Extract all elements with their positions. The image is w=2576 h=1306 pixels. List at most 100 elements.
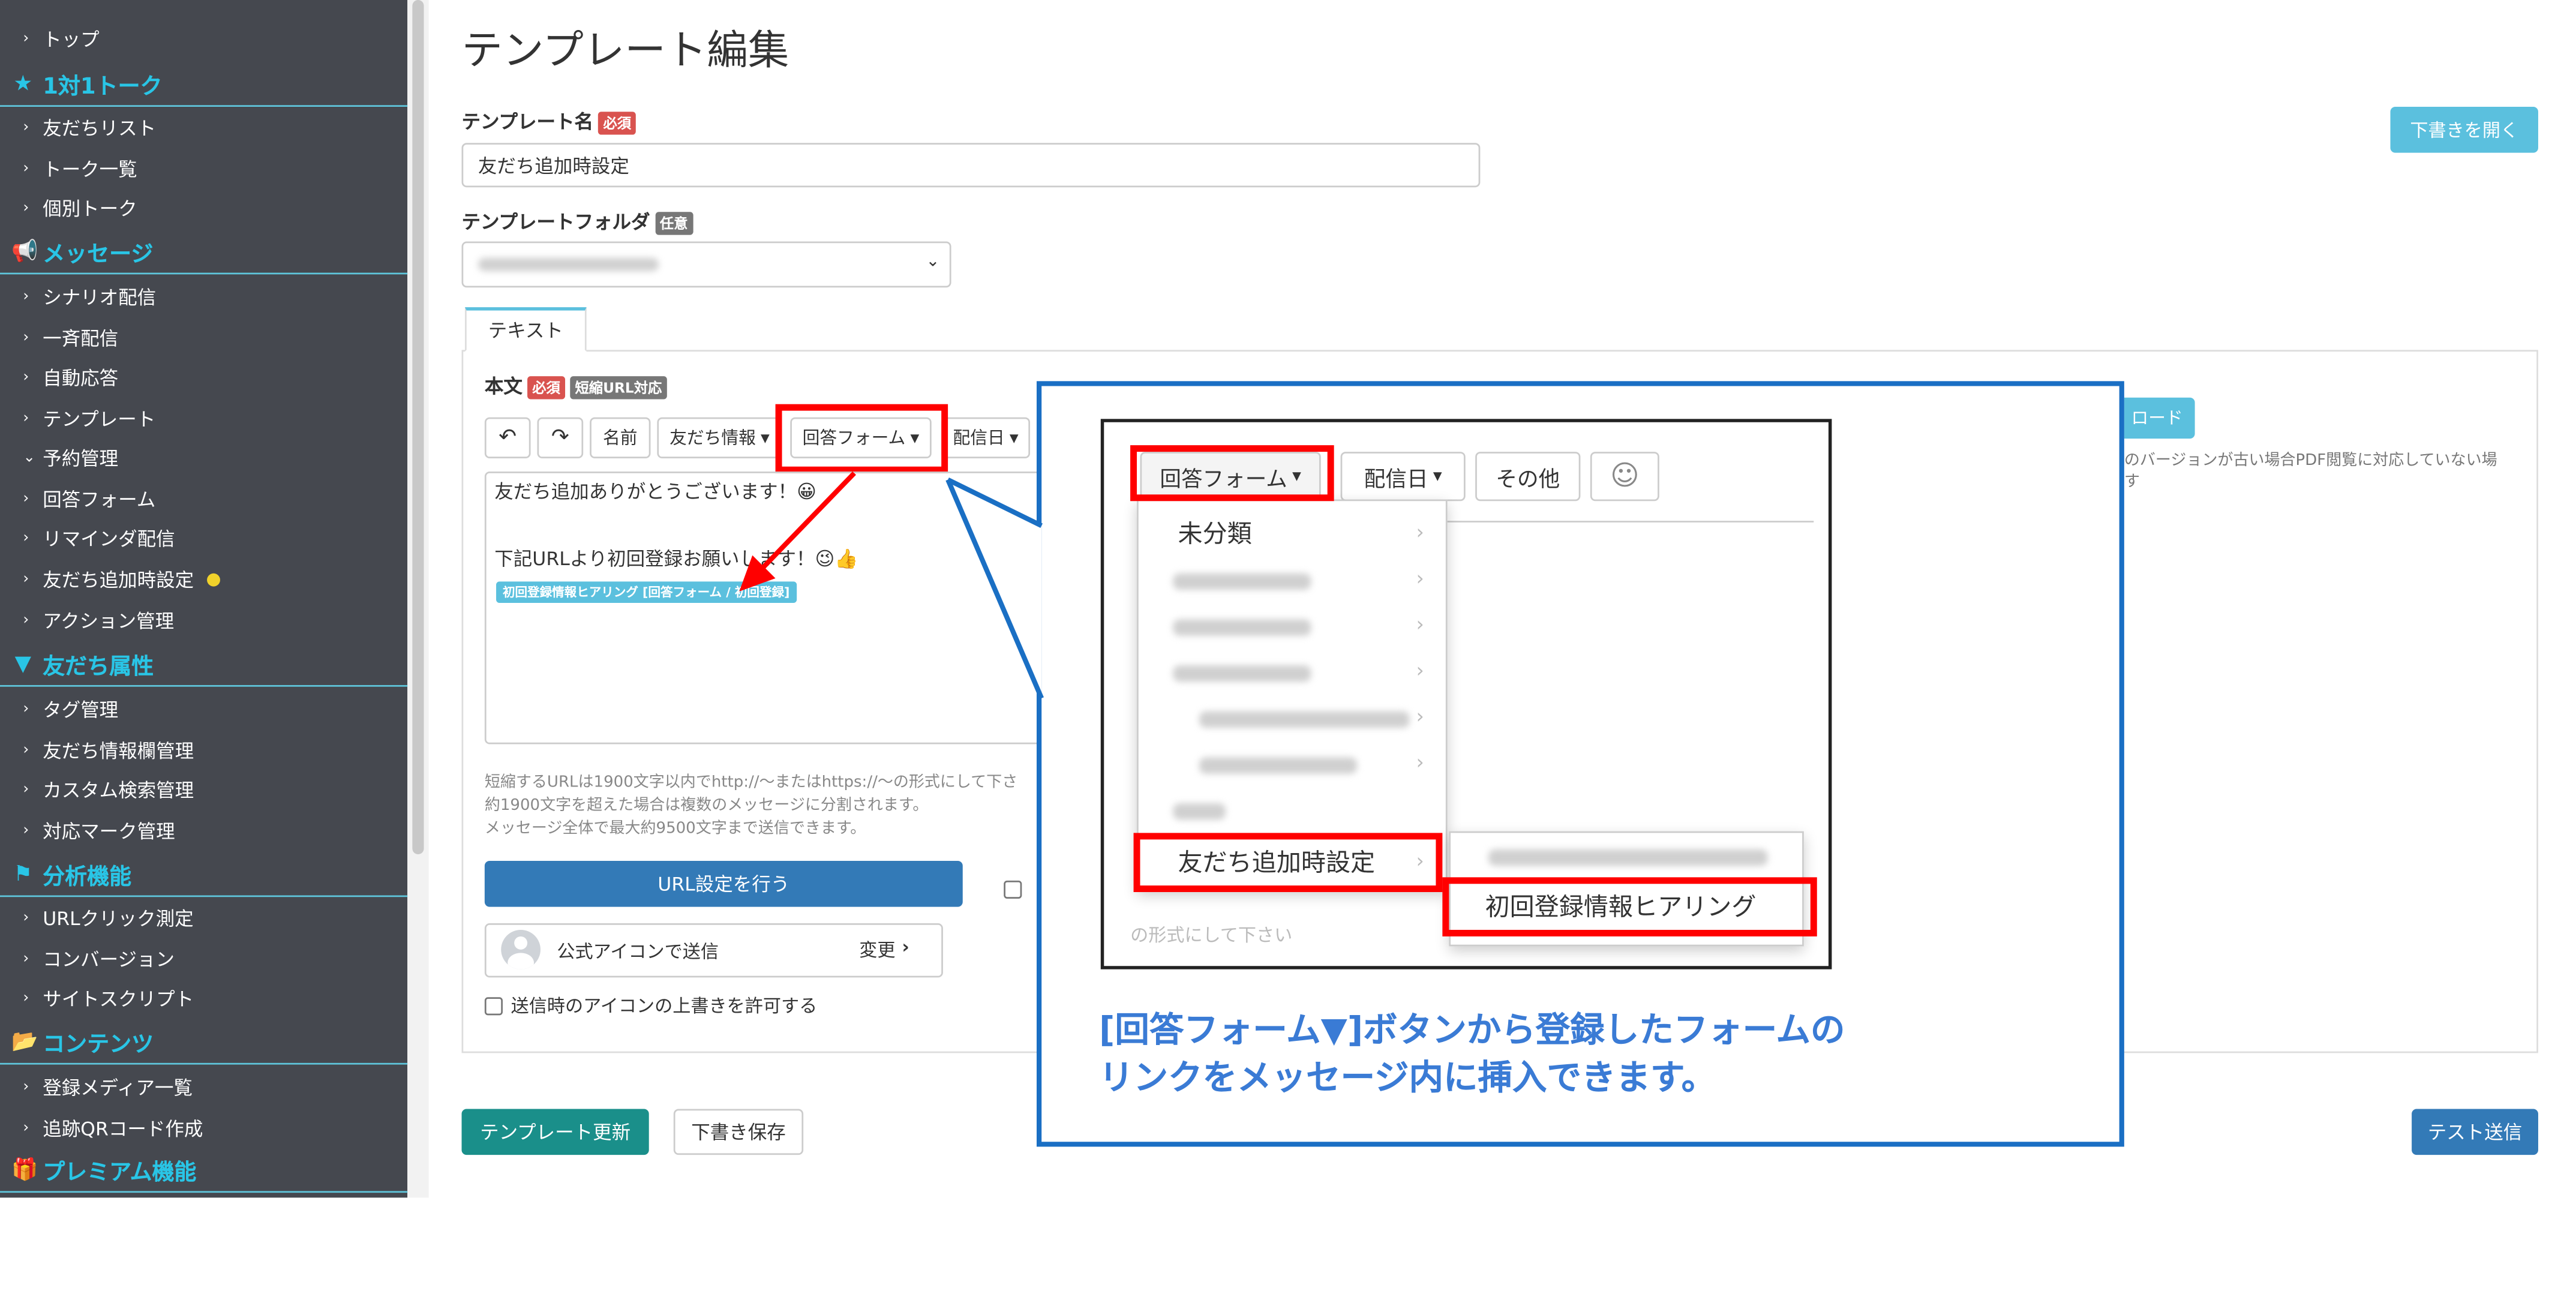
sidebar-item-7[interactable]: › 一斉配信	[0, 319, 407, 358]
chevron-right-icon: ›	[1416, 750, 1424, 774]
body-label-text: 本文	[484, 374, 523, 398]
url-settings-button[interactable]: URL設定を行う	[484, 860, 963, 907]
sidebar-item-10[interactable]: ⌄ 予約管理	[0, 439, 407, 478]
sidebar-section-1[interactable]: ★ 1対1トーク	[0, 62, 408, 107]
chevron-right-icon: ›	[23, 990, 29, 1007]
optional-badge: 任意	[654, 211, 693, 235]
overwrite-checkbox[interactable]	[484, 997, 503, 1016]
callout-caption-2: リンクをメッセージ内に挿入できます。	[1099, 1058, 1716, 1098]
sidebar-section-label: メッセージ	[43, 241, 154, 268]
insert-name-button[interactable]: 名前	[590, 417, 651, 459]
help-line-1: 短縮するURLは1900文字以内でhttp://〜またはhttps://〜の形式…	[484, 773, 1018, 792]
chevron-right-icon: ›	[1416, 704, 1424, 728]
red-arrow-annotation	[739, 471, 856, 592]
overwrite-label: 送信時のアイコンの上書きを許可する	[511, 995, 818, 1017]
folder-label: テンプレートフォルダ 任意	[462, 209, 693, 235]
update-template-button[interactable]: テンプレート更新	[461, 1109, 649, 1155]
sidebar-item-14[interactable]: › アクション管理	[0, 601, 407, 641]
smiley-icon: ☺	[1590, 452, 1659, 502]
folder-select[interactable]: ⌄	[461, 241, 951, 288]
download-button[interactable]: ロード	[2119, 397, 2195, 439]
sidebar-item-label: 回答フォーム	[43, 488, 156, 511]
sidebar-item-label: 自動応答	[43, 366, 119, 390]
sidebar-item-label: アクション管理	[43, 609, 175, 633]
zoom-delivery-date-button: 配信日 ▼	[1340, 452, 1466, 502]
open-draft-button[interactable]: 下書きを開く	[2390, 107, 2538, 153]
sidebar-item-23[interactable]: › サイトスクリプト	[0, 979, 407, 1019]
sidebar-item-label: 個別トーク	[43, 197, 137, 220]
star-icon: ★	[13, 71, 33, 97]
sidebar-item-26[interactable]: › 追跡QRコード作成	[0, 1109, 407, 1148]
chevron-right-icon: ›	[23, 31, 29, 48]
zoomed-screenshot: 回答フォーム ▼ 配信日 ▼ その他 ☺ 未分類 › › › › › › 友だち追加…	[1100, 419, 1832, 969]
chevron-right-icon: ›	[23, 742, 29, 759]
sidebar-item-13[interactable]: › 友だち追加時設定	[0, 560, 407, 600]
highlight-zoom-friend-add	[1133, 833, 1443, 893]
sidebar-section-5[interactable]: 📢 メッセージ	[0, 230, 408, 275]
sidebar-item-label: カスタム検索管理	[43, 779, 194, 802]
sidebar-item-label: 対応マーク管理	[43, 819, 175, 843]
chevron-right-icon: ›	[23, 161, 29, 178]
sidebar-item-label: トップ	[43, 28, 100, 51]
chevron-down-icon: ⌄	[926, 253, 940, 271]
sidebar-item-label: 友だち情報欄管理	[43, 739, 194, 762]
sidebar-item-12[interactable]: › リマインダ配信	[0, 519, 407, 559]
tab-text[interactable]: テキスト	[464, 307, 587, 352]
caret-down-icon: ▼	[761, 431, 770, 445]
sidebar-item-0[interactable]: › トップ	[0, 20, 407, 59]
sidebar-scrollbar-thumb[interactable]	[412, 0, 424, 855]
sidebar-item-25[interactable]: › 登録メディア一覧	[0, 1068, 407, 1107]
sidebar-item-3[interactable]: › トーク一覧	[0, 149, 407, 189]
sidebar-item-label: 予約管理	[43, 446, 119, 470]
help-text: 短縮するURLは1900文字以内でhttp://〜またはhttps://〜の形式…	[485, 772, 1017, 841]
sidebar-item-11[interactable]: › 回答フォーム	[0, 480, 407, 520]
sidebar-section-24[interactable]: 📂 コンテンツ	[0, 1020, 408, 1065]
sidebar-item-9[interactable]: › テンプレート	[0, 399, 407, 439]
sidebar-item-21[interactable]: › URLクリック測定	[0, 899, 407, 938]
folder-icon: 📂	[11, 1029, 38, 1054]
chevron-right-icon: ›	[23, 289, 29, 306]
sidebar-section-27[interactable]: 🎁 プレミアム機能	[0, 1148, 408, 1193]
highlight-zoom-submenu	[1442, 877, 1817, 936]
sidebar-item-19[interactable]: › 対応マーク管理	[0, 812, 407, 851]
chevron-right-icon: ›	[23, 410, 29, 428]
sidebar-item-18[interactable]: › カスタム検索管理	[0, 770, 407, 810]
change-icon-link[interactable]: 変更 ›	[859, 936, 909, 963]
undo-icon[interactable]: ↶	[484, 417, 531, 459]
chevron-down-icon: ⌄	[23, 450, 36, 467]
template-name-input[interactable]: 友だち追加時設定	[461, 143, 1481, 188]
delivery-date-dropdown[interactable]: 配信日 ▼	[941, 417, 1031, 459]
highlight-zoom-answer-form	[1130, 445, 1334, 502]
chevron-right-icon: ›	[23, 822, 29, 840]
caret-down-icon: ▼	[1009, 431, 1019, 445]
chevron-right-icon: ›	[1416, 521, 1424, 544]
sidebar-item-label: URLクリック測定	[43, 906, 194, 930]
sidebar-item-16[interactable]: › タグ管理	[0, 690, 407, 729]
sidebar-section-label: 分析機能	[43, 864, 132, 891]
sidebar-section-15[interactable]: ▼ 友だち属性	[0, 643, 408, 687]
sidebar-item-4[interactable]: › 個別トーク	[0, 189, 407, 229]
friend-info-dropdown[interactable]: 友だち情報 ▼	[657, 417, 782, 459]
chevron-right-icon: ›	[23, 370, 29, 386]
redo-icon[interactable]: ↷	[537, 417, 584, 459]
option-checkbox[interactable]	[1004, 880, 1022, 899]
test-send-button[interactable]: テスト送信	[2412, 1109, 2538, 1155]
chevron-right-icon: ›	[23, 200, 29, 217]
template-name-label-text: テンプレート名	[461, 110, 594, 133]
chevron-right-icon: ›	[1416, 659, 1424, 682]
chevron-right-icon: ›	[23, 951, 29, 968]
sidebar-item-6[interactable]: › シナリオ配信	[0, 278, 407, 317]
save-draft-button[interactable]: 下書き保存	[673, 1109, 804, 1155]
sidebar-item-label: シナリオ配信	[43, 286, 157, 309]
chevron-right-icon: ›	[23, 910, 29, 927]
sidebar-section-20[interactable]: ⚑ 分析機能	[0, 852, 408, 897]
sidebar-item-2[interactable]: › 友だちリスト	[0, 109, 407, 148]
sidebar-item-8[interactable]: › 自動応答	[0, 358, 407, 398]
zoom-menu-uncategorized: 未分類	[1178, 519, 1252, 549]
body-label: 本文 必須 短縮URL対応	[485, 373, 667, 400]
chevron-right-icon: ›	[23, 613, 29, 629]
sidebar-item-label: サイトスクリプト	[43, 987, 194, 1011]
megaphone-icon: 📢	[11, 239, 38, 264]
sidebar-item-17[interactable]: › 友だち情報欄管理	[0, 731, 407, 771]
sidebar-item-22[interactable]: › コンバージョン	[0, 939, 407, 979]
